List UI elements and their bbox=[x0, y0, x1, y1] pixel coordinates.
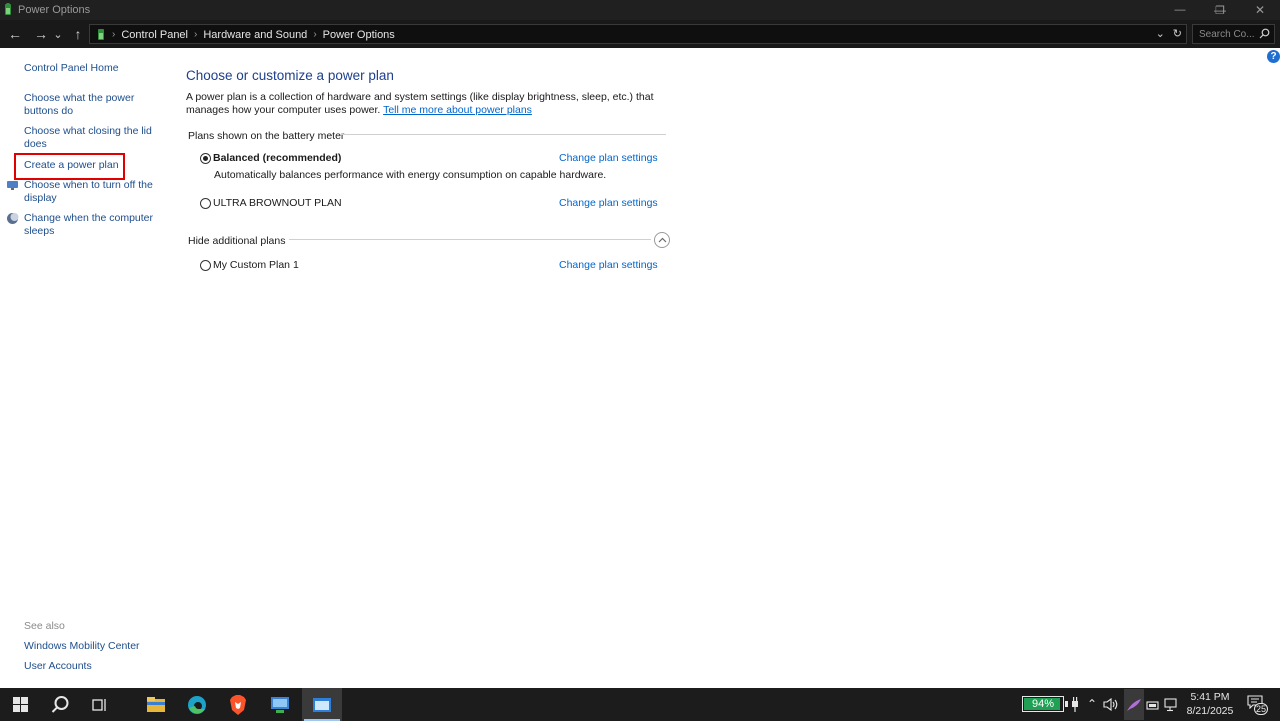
battery-indicator[interactable]: 94% bbox=[1022, 696, 1064, 712]
search-icon[interactable] bbox=[1259, 28, 1270, 39]
plan-radio-ultra-brownout[interactable] bbox=[200, 198, 211, 209]
control-panel-icon bbox=[271, 696, 289, 713]
refresh-icon[interactable]: ↻ bbox=[1173, 27, 1182, 40]
edge-browser-button[interactable] bbox=[177, 688, 217, 721]
section-divider bbox=[340, 134, 666, 135]
forward-button[interactable]: → bbox=[31, 24, 51, 44]
clock-time: 5:41 PM bbox=[1190, 691, 1230, 703]
tell-me-more-link[interactable]: Tell me more about power plans bbox=[383, 104, 532, 116]
sidebar-item-computer-sleeps[interactable]: Change when the computer sleeps bbox=[24, 212, 153, 238]
search-taskbar-button[interactable] bbox=[40, 688, 80, 721]
notification-center-button[interactable]: 25 bbox=[1247, 695, 1269, 715]
close-button[interactable]: ✕ bbox=[1240, 0, 1280, 20]
plan-name-my-custom-plan[interactable]: My Custom Plan 1 bbox=[213, 259, 299, 271]
change-plan-settings-my-custom-plan-link[interactable]: Change plan settings bbox=[559, 259, 658, 271]
battery-saver-icon[interactable] bbox=[1146, 699, 1160, 711]
section-divider bbox=[289, 239, 651, 240]
sidebar-item-closing-lid[interactable]: Choose what closing the lid does bbox=[24, 125, 152, 151]
pen-tray-button[interactable] bbox=[1124, 689, 1144, 720]
minimize-icon[interactable]: — bbox=[1160, 0, 1200, 20]
battery-meter-section-heading: Plans shown on the battery meter bbox=[188, 130, 345, 142]
control-panel-icon bbox=[98, 29, 104, 40]
help-icon[interactable]: ? bbox=[1267, 50, 1280, 63]
clock[interactable]: 5:41 PM 8/21/2025 bbox=[1185, 690, 1235, 718]
highlight-box bbox=[14, 153, 125, 180]
plan-radio-balanced[interactable] bbox=[200, 153, 211, 164]
start-button[interactable] bbox=[0, 688, 40, 721]
back-button[interactable]: ← bbox=[5, 24, 25, 44]
plan-name-balanced[interactable]: Balanced (recommended) bbox=[213, 152, 341, 164]
show-hidden-icons-chevron-icon[interactable]: ⌃ bbox=[1085, 697, 1099, 711]
change-plan-settings-ultra-brownout-link[interactable]: Change plan settings bbox=[559, 197, 658, 209]
breadcrumb: › Control Panel › Hardware and Sound › P… bbox=[96, 28, 395, 41]
title-bar: Power Options — ✕ bbox=[0, 0, 1280, 20]
breadcrumb-separator-icon: › bbox=[313, 29, 317, 40]
user-accounts-link[interactable]: User Accounts bbox=[24, 660, 92, 673]
windows-mobility-center-link[interactable]: Windows Mobility Center bbox=[24, 640, 140, 653]
power-plug-icon[interactable] bbox=[1070, 697, 1080, 712]
file-explorer-button[interactable] bbox=[136, 688, 176, 721]
brave-lion-icon bbox=[230, 694, 246, 715]
search-placeholder: Search Co... bbox=[1199, 29, 1255, 40]
clock-date: 8/21/2025 bbox=[1186, 705, 1234, 717]
power-options-icon bbox=[5, 3, 11, 15]
volume-icon[interactable] bbox=[1103, 698, 1119, 711]
restore-icon[interactable]: ❐ bbox=[1200, 0, 1240, 20]
recent-locations-button[interactable]: ⌄ bbox=[52, 24, 64, 44]
folder-icon bbox=[147, 697, 165, 712]
hide-additional-plans-heading[interactable]: Hide additional plans bbox=[188, 235, 285, 247]
search-input[interactable]: Search Co... bbox=[1192, 24, 1275, 44]
battery-percent: 94% bbox=[1031, 698, 1055, 710]
plan-name-ultra-brownout[interactable]: ULTRA BROWNOUT PLAN bbox=[213, 197, 342, 209]
sleep-moon-icon bbox=[7, 213, 19, 224]
up-button[interactable]: ↑ bbox=[68, 24, 88, 44]
battery-tip-icon bbox=[1065, 701, 1068, 707]
breadcrumb-power-options[interactable]: Power Options bbox=[323, 29, 395, 41]
sidebar-item-turn-off-display[interactable]: Choose when to turn off the display bbox=[24, 179, 153, 205]
power-options-taskbar-button[interactable] bbox=[302, 688, 342, 721]
page-title: Choose or customize a power plan bbox=[186, 68, 394, 83]
task-view-button[interactable] bbox=[80, 688, 120, 721]
window-app-icon bbox=[313, 697, 331, 712]
pen-feather-icon bbox=[1127, 699, 1141, 711]
plan-radio-my-custom-plan[interactable] bbox=[200, 260, 211, 271]
breadcrumb-hardware-and-sound[interactable]: Hardware and Sound bbox=[203, 29, 307, 41]
notification-count-badge: 25 bbox=[1254, 703, 1269, 715]
breadcrumb-separator-icon: › bbox=[112, 29, 116, 40]
search-icon bbox=[51, 696, 68, 713]
task-view-icon bbox=[92, 698, 106, 711]
collapse-chevron-icon[interactable] bbox=[654, 232, 670, 248]
breadcrumb-separator-icon: › bbox=[194, 29, 198, 40]
window-title: Power Options bbox=[18, 4, 91, 16]
control-panel-taskbar-button[interactable] bbox=[260, 688, 300, 721]
network-icon[interactable] bbox=[1164, 698, 1180, 712]
breadcrumb-control-panel[interactable]: Control Panel bbox=[121, 29, 188, 41]
control-panel-home-link[interactable]: Control Panel Home bbox=[24, 62, 119, 75]
page-description: A power plan is a collection of hardware… bbox=[186, 91, 654, 116]
brave-browser-button[interactable] bbox=[218, 688, 258, 721]
sidebar-item-power-buttons[interactable]: Choose what the power buttons do bbox=[24, 92, 134, 118]
windows-logo-icon bbox=[12, 697, 28, 712]
see-also-heading: See also bbox=[24, 620, 65, 632]
address-bar[interactable]: › Control Panel › Hardware and Sound › P… bbox=[89, 24, 1187, 44]
address-dropdown-icon[interactable]: ⌄ bbox=[1156, 27, 1165, 40]
plan-description-balanced: Automatically balances performance with … bbox=[214, 169, 607, 181]
edge-icon bbox=[188, 695, 206, 714]
change-plan-settings-balanced-link[interactable]: Change plan settings bbox=[559, 152, 658, 164]
display-icon bbox=[7, 181, 18, 190]
